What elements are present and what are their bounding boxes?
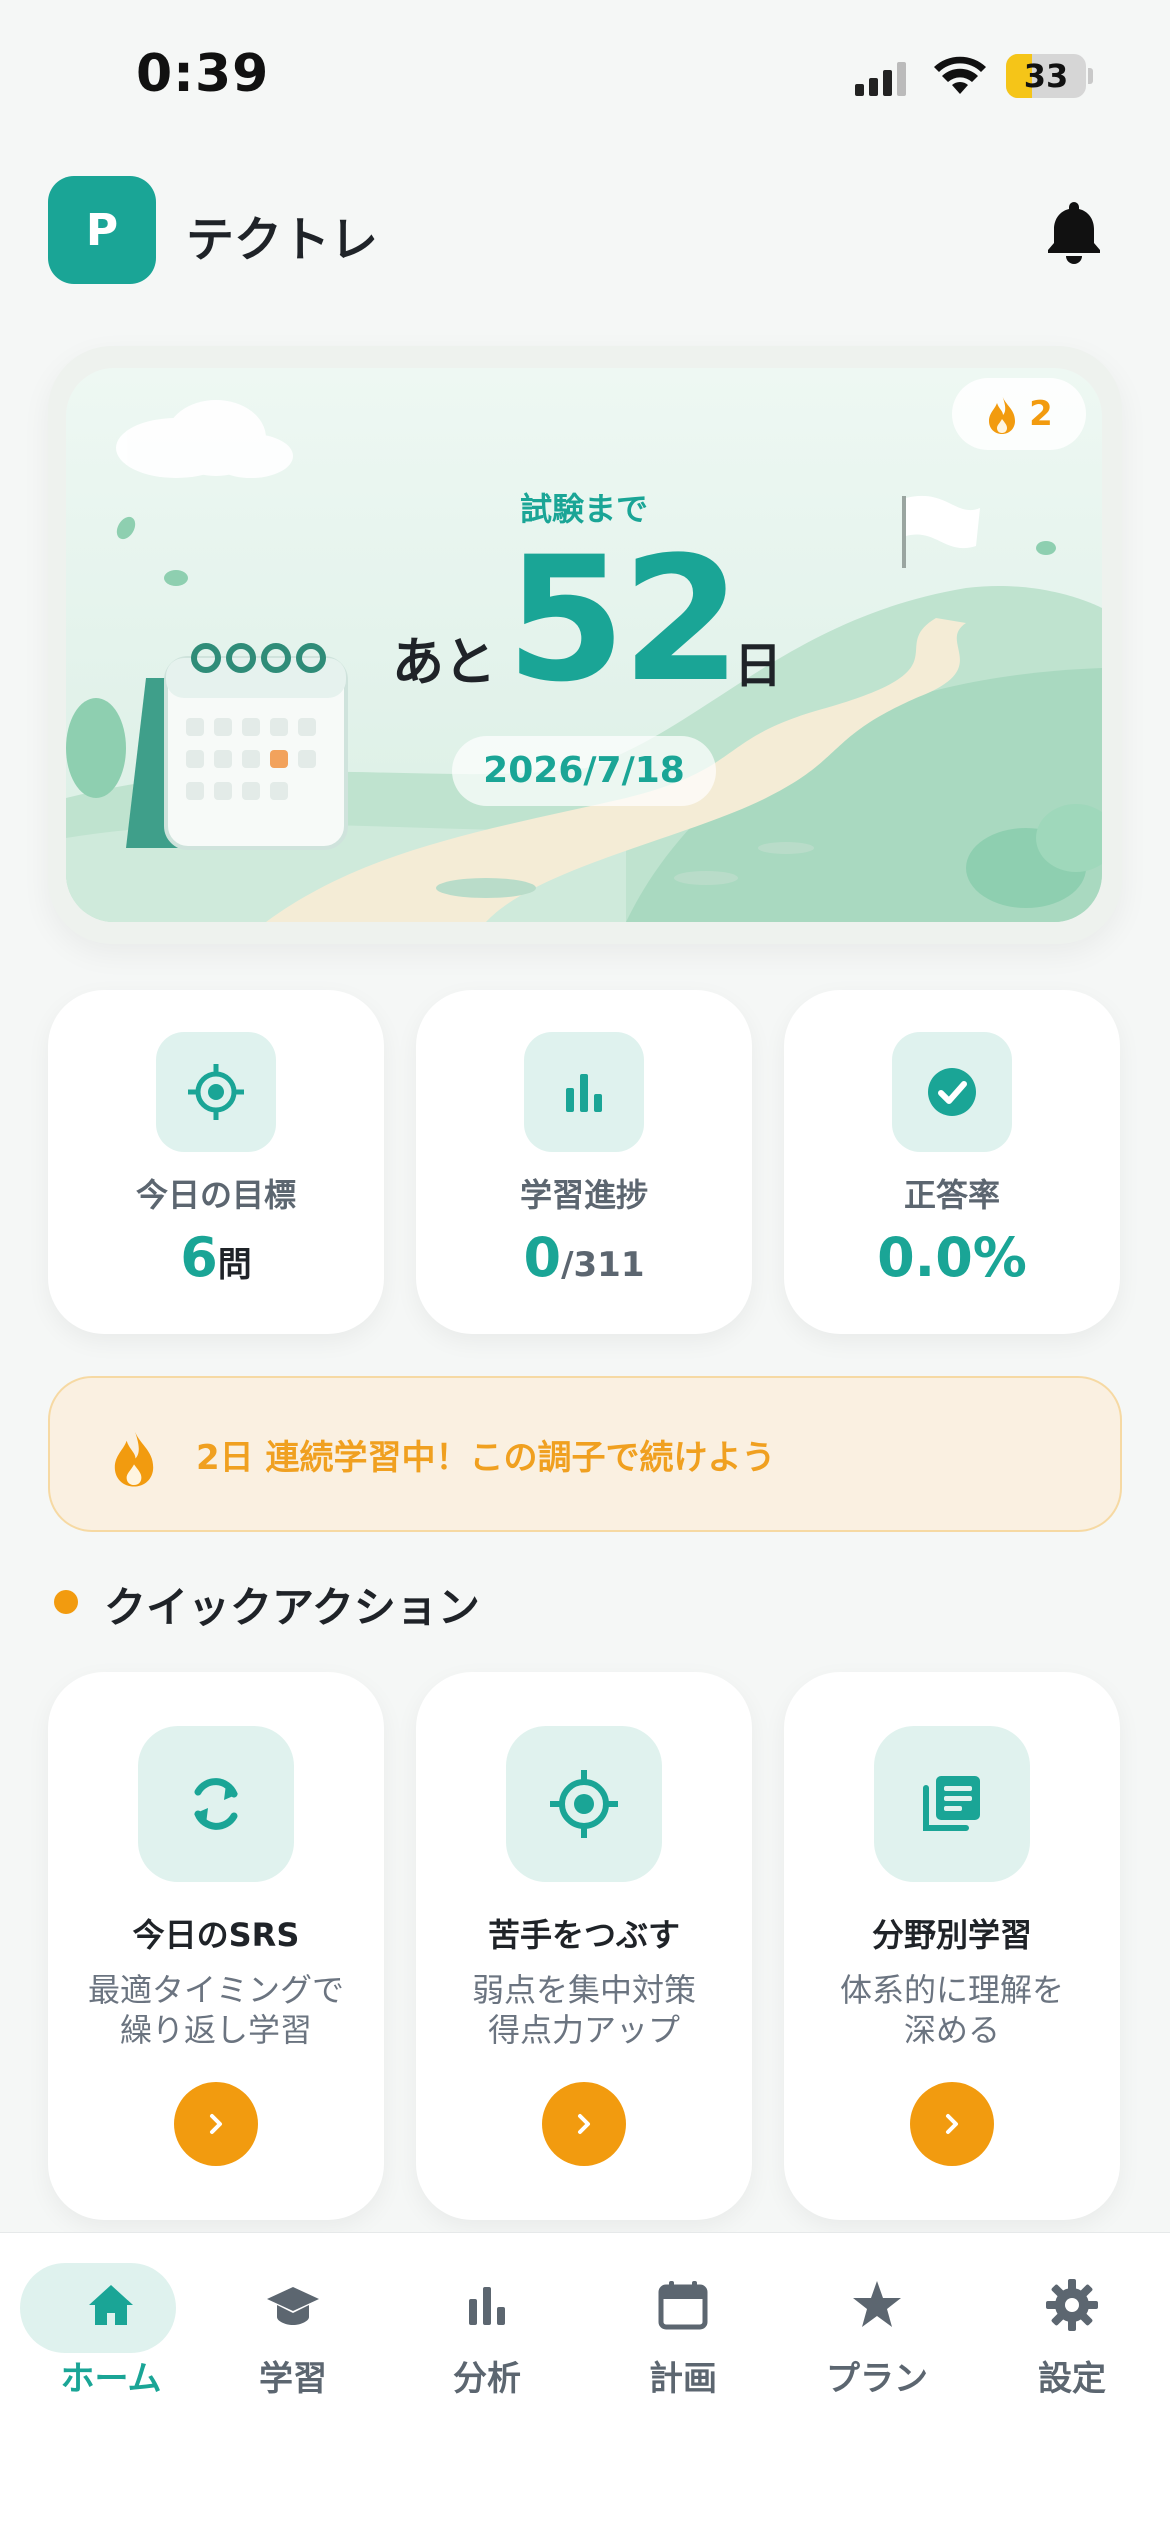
app-logo[interactable]: P — [48, 176, 156, 284]
stat-icon-box — [892, 1032, 1012, 1152]
stat-number: 6 — [180, 1226, 218, 1289]
tab-home[interactable]: ホーム — [20, 2263, 196, 2413]
wifi-icon — [934, 56, 986, 94]
tab-settings[interactable]: 設定 — [987, 2263, 1157, 2413]
bell-icon[interactable] — [1044, 200, 1104, 264]
star-icon — [853, 2281, 901, 2327]
stat-unit: /311 — [561, 1245, 645, 1285]
stat-number: 0 — [523, 1226, 562, 1289]
tab-bar: ホーム 学習 分析 計画 プラン 設定 — [0, 2232, 1170, 2532]
tab-label: 分析 — [453, 2359, 521, 2399]
action-description: 弱点を集中対策 得点力アップ — [416, 1970, 752, 2050]
stat-value: 6問 — [48, 1226, 384, 1289]
action-icon-box — [874, 1726, 1030, 1882]
stat-label: 学習進捗 — [519, 1176, 648, 1214]
action-go-button[interactable] — [542, 2082, 626, 2166]
refresh-icon — [194, 1778, 238, 1830]
countdown-suffix: 日 — [734, 638, 783, 694]
action-desc-line: 体系的に理解を — [839, 1971, 1064, 2009]
stat-label: 正答率 — [903, 1176, 1000, 1214]
status-bar: 0:39 33 — [0, 0, 1170, 150]
bar-chart-icon — [469, 2287, 505, 2325]
stat-value: 0/311 — [416, 1226, 752, 1289]
action-desc-line: 繰り返し学習 — [119, 2011, 312, 2049]
tab-label: 計画 — [649, 2359, 717, 2399]
section-dot — [54, 1590, 78, 1614]
battery-nub — [1088, 68, 1093, 84]
streak-pill: 2 — [952, 378, 1086, 450]
action-card-weakness[interactable]: 苦手をつぶす 弱点を集中対策 得点力アップ — [416, 1672, 752, 2220]
stat-card-daily-goal[interactable]: 今日の目標 6問 — [48, 990, 384, 1334]
flame-icon — [114, 1428, 154, 1487]
status-time: 0:39 — [136, 44, 270, 104]
action-desc-line: 深める — [903, 2011, 1000, 2049]
action-desc-line: 弱点を集中対策 — [471, 1971, 696, 2009]
chevron-right-icon — [210, 2114, 222, 2134]
streak-banner: 2日 連続学習中！この調子で続けよう — [48, 1376, 1122, 1532]
action-go-button[interactable] — [910, 2082, 994, 2166]
stat-card-accuracy[interactable]: 正答率 0.0% — [784, 990, 1120, 1334]
target-icon — [188, 1064, 244, 1120]
streak-count: 2 — [1029, 394, 1053, 434]
stat-icon-box — [524, 1032, 644, 1152]
stat-number: 0.0% — [877, 1226, 1027, 1289]
action-title: 苦手をつぶす — [487, 1916, 680, 1954]
action-desc-line: 最適タイミングで — [87, 1971, 344, 2009]
tab-label: 設定 — [1038, 2359, 1106, 2399]
target-icon — [550, 1770, 618, 1838]
tab-label: プラン — [826, 2359, 928, 2399]
library-icon — [923, 1776, 980, 1831]
signal-icon — [855, 62, 906, 96]
battery-level-text: 33 — [1023, 57, 1069, 95]
days-remaining: 52 — [506, 519, 741, 720]
streak-message: 2日 連続学習中！この調子で続けよう — [196, 1438, 776, 1478]
action-title: 今日のSRS — [132, 1916, 300, 1954]
app-title: テクトレ — [186, 212, 379, 268]
action-icon-box — [506, 1726, 662, 1882]
flame-icon — [989, 395, 1016, 434]
countdown: あと 52 日 — [66, 519, 1102, 720]
action-title: 分野別学習 — [871, 1916, 1032, 1954]
tab-study[interactable]: 学習 — [208, 2263, 378, 2413]
countdown-prefix: あと — [392, 633, 497, 693]
bar-chart-icon — [566, 1074, 602, 1112]
stat-label: 今日の目標 — [135, 1176, 296, 1214]
action-go-button[interactable] — [174, 2082, 258, 2166]
action-desc-line: 得点力アップ — [487, 2011, 680, 2049]
chevron-right-icon — [946, 2114, 958, 2134]
stat-value: 0.0% — [784, 1226, 1120, 1289]
tab-analysis[interactable]: 分析 — [402, 2263, 572, 2413]
graduation-cap-icon — [267, 2287, 319, 2325]
battery-indicator: 33 — [1006, 54, 1086, 98]
action-icon-box — [138, 1726, 294, 1882]
stat-card-progress[interactable]: 学習進捗 0/311 — [416, 990, 752, 1334]
action-card-by-field[interactable]: 分野別学習 体系的に理解を 深める — [784, 1672, 1120, 2220]
action-description: 最適タイミングで 繰り返し学習 — [48, 1970, 384, 2050]
chevron-right-icon — [578, 2114, 590, 2134]
tab-subscription[interactable]: プラン — [792, 2263, 962, 2413]
action-card-srs[interactable]: 今日のSRS 最適タイミングで 繰り返し学習 — [48, 1672, 384, 2220]
action-description: 体系的に理解を 深める — [784, 1970, 1120, 2050]
calendar-icon — [658, 2281, 708, 2330]
tab-plan-calendar[interactable]: 計画 — [598, 2263, 768, 2413]
home-icon — [89, 2285, 133, 2325]
quick-actions-title: クイックアクション — [104, 1583, 480, 1632]
gear-icon — [1046, 2279, 1098, 2331]
stat-icon-box — [156, 1032, 276, 1152]
stat-unit: 問 — [217, 1245, 252, 1285]
tab-label: ホーム — [60, 2359, 162, 2399]
check-circle-icon — [928, 1068, 976, 1116]
tab-label: 学習 — [259, 2359, 327, 2399]
exam-date: 2026/7/18 — [452, 736, 716, 806]
